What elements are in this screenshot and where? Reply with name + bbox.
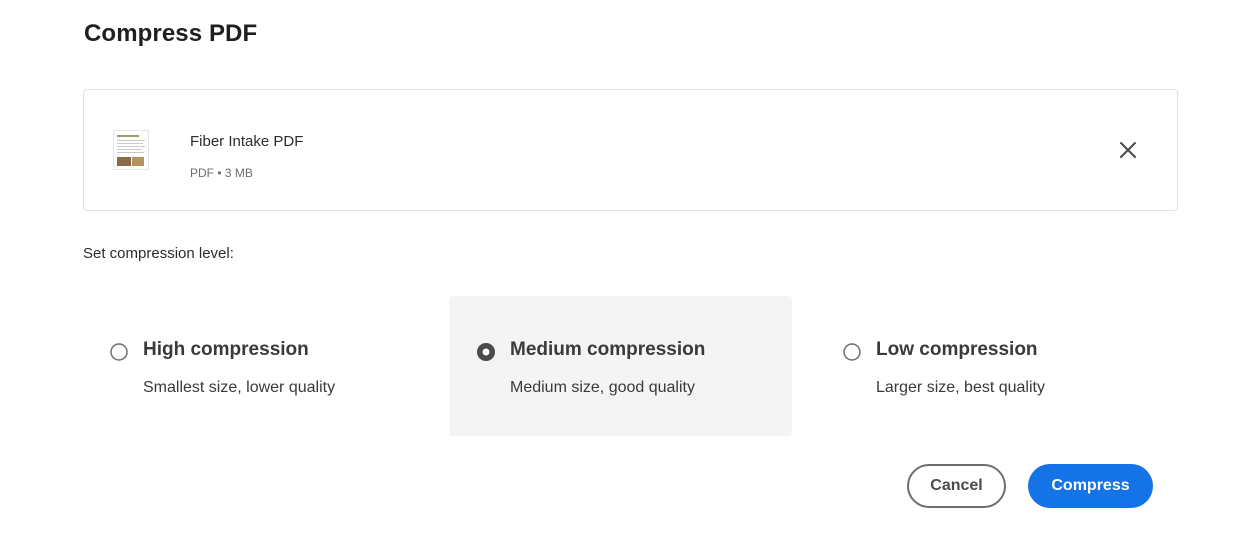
remove-file-button[interactable] bbox=[1117, 139, 1139, 161]
option-title: Low compression bbox=[876, 339, 1038, 360]
file-name: Fiber Intake PDF bbox=[190, 133, 304, 150]
compress-pdf-dialog: Compress PDF Fiber Intake PDF PDF • 3 MB… bbox=[0, 0, 1251, 534]
compress-button[interactable]: Compress bbox=[1028, 464, 1153, 508]
option-title: Medium compression bbox=[510, 339, 706, 360]
compression-level-label: Set compression level: bbox=[83, 245, 234, 262]
option-description: Medium size, good quality bbox=[510, 379, 695, 396]
option-high-compression[interactable]: High compression Smallest size, lower qu… bbox=[82, 296, 425, 436]
option-title: High compression bbox=[143, 339, 309, 360]
file-card: Fiber Intake PDF PDF • 3 MB bbox=[83, 89, 1178, 211]
file-meta: PDF • 3 MB bbox=[190, 166, 253, 180]
option-description: Smallest size, lower quality bbox=[143, 379, 336, 396]
radio-unselected-icon[interactable] bbox=[843, 343, 861, 361]
option-description: Larger size, best quality bbox=[876, 379, 1045, 396]
option-medium-compression[interactable]: Medium compression Medium size, good qua… bbox=[449, 296, 792, 436]
pdf-thumbnail-icon bbox=[113, 130, 149, 170]
cancel-button[interactable]: Cancel bbox=[907, 464, 1006, 508]
option-low-compression[interactable]: Low compression Larger size, best qualit… bbox=[815, 296, 1158, 436]
radio-unselected-icon[interactable] bbox=[110, 343, 128, 361]
page-title: Compress PDF bbox=[84, 20, 258, 47]
close-icon bbox=[1120, 142, 1136, 158]
radio-selected-icon[interactable] bbox=[477, 343, 495, 361]
